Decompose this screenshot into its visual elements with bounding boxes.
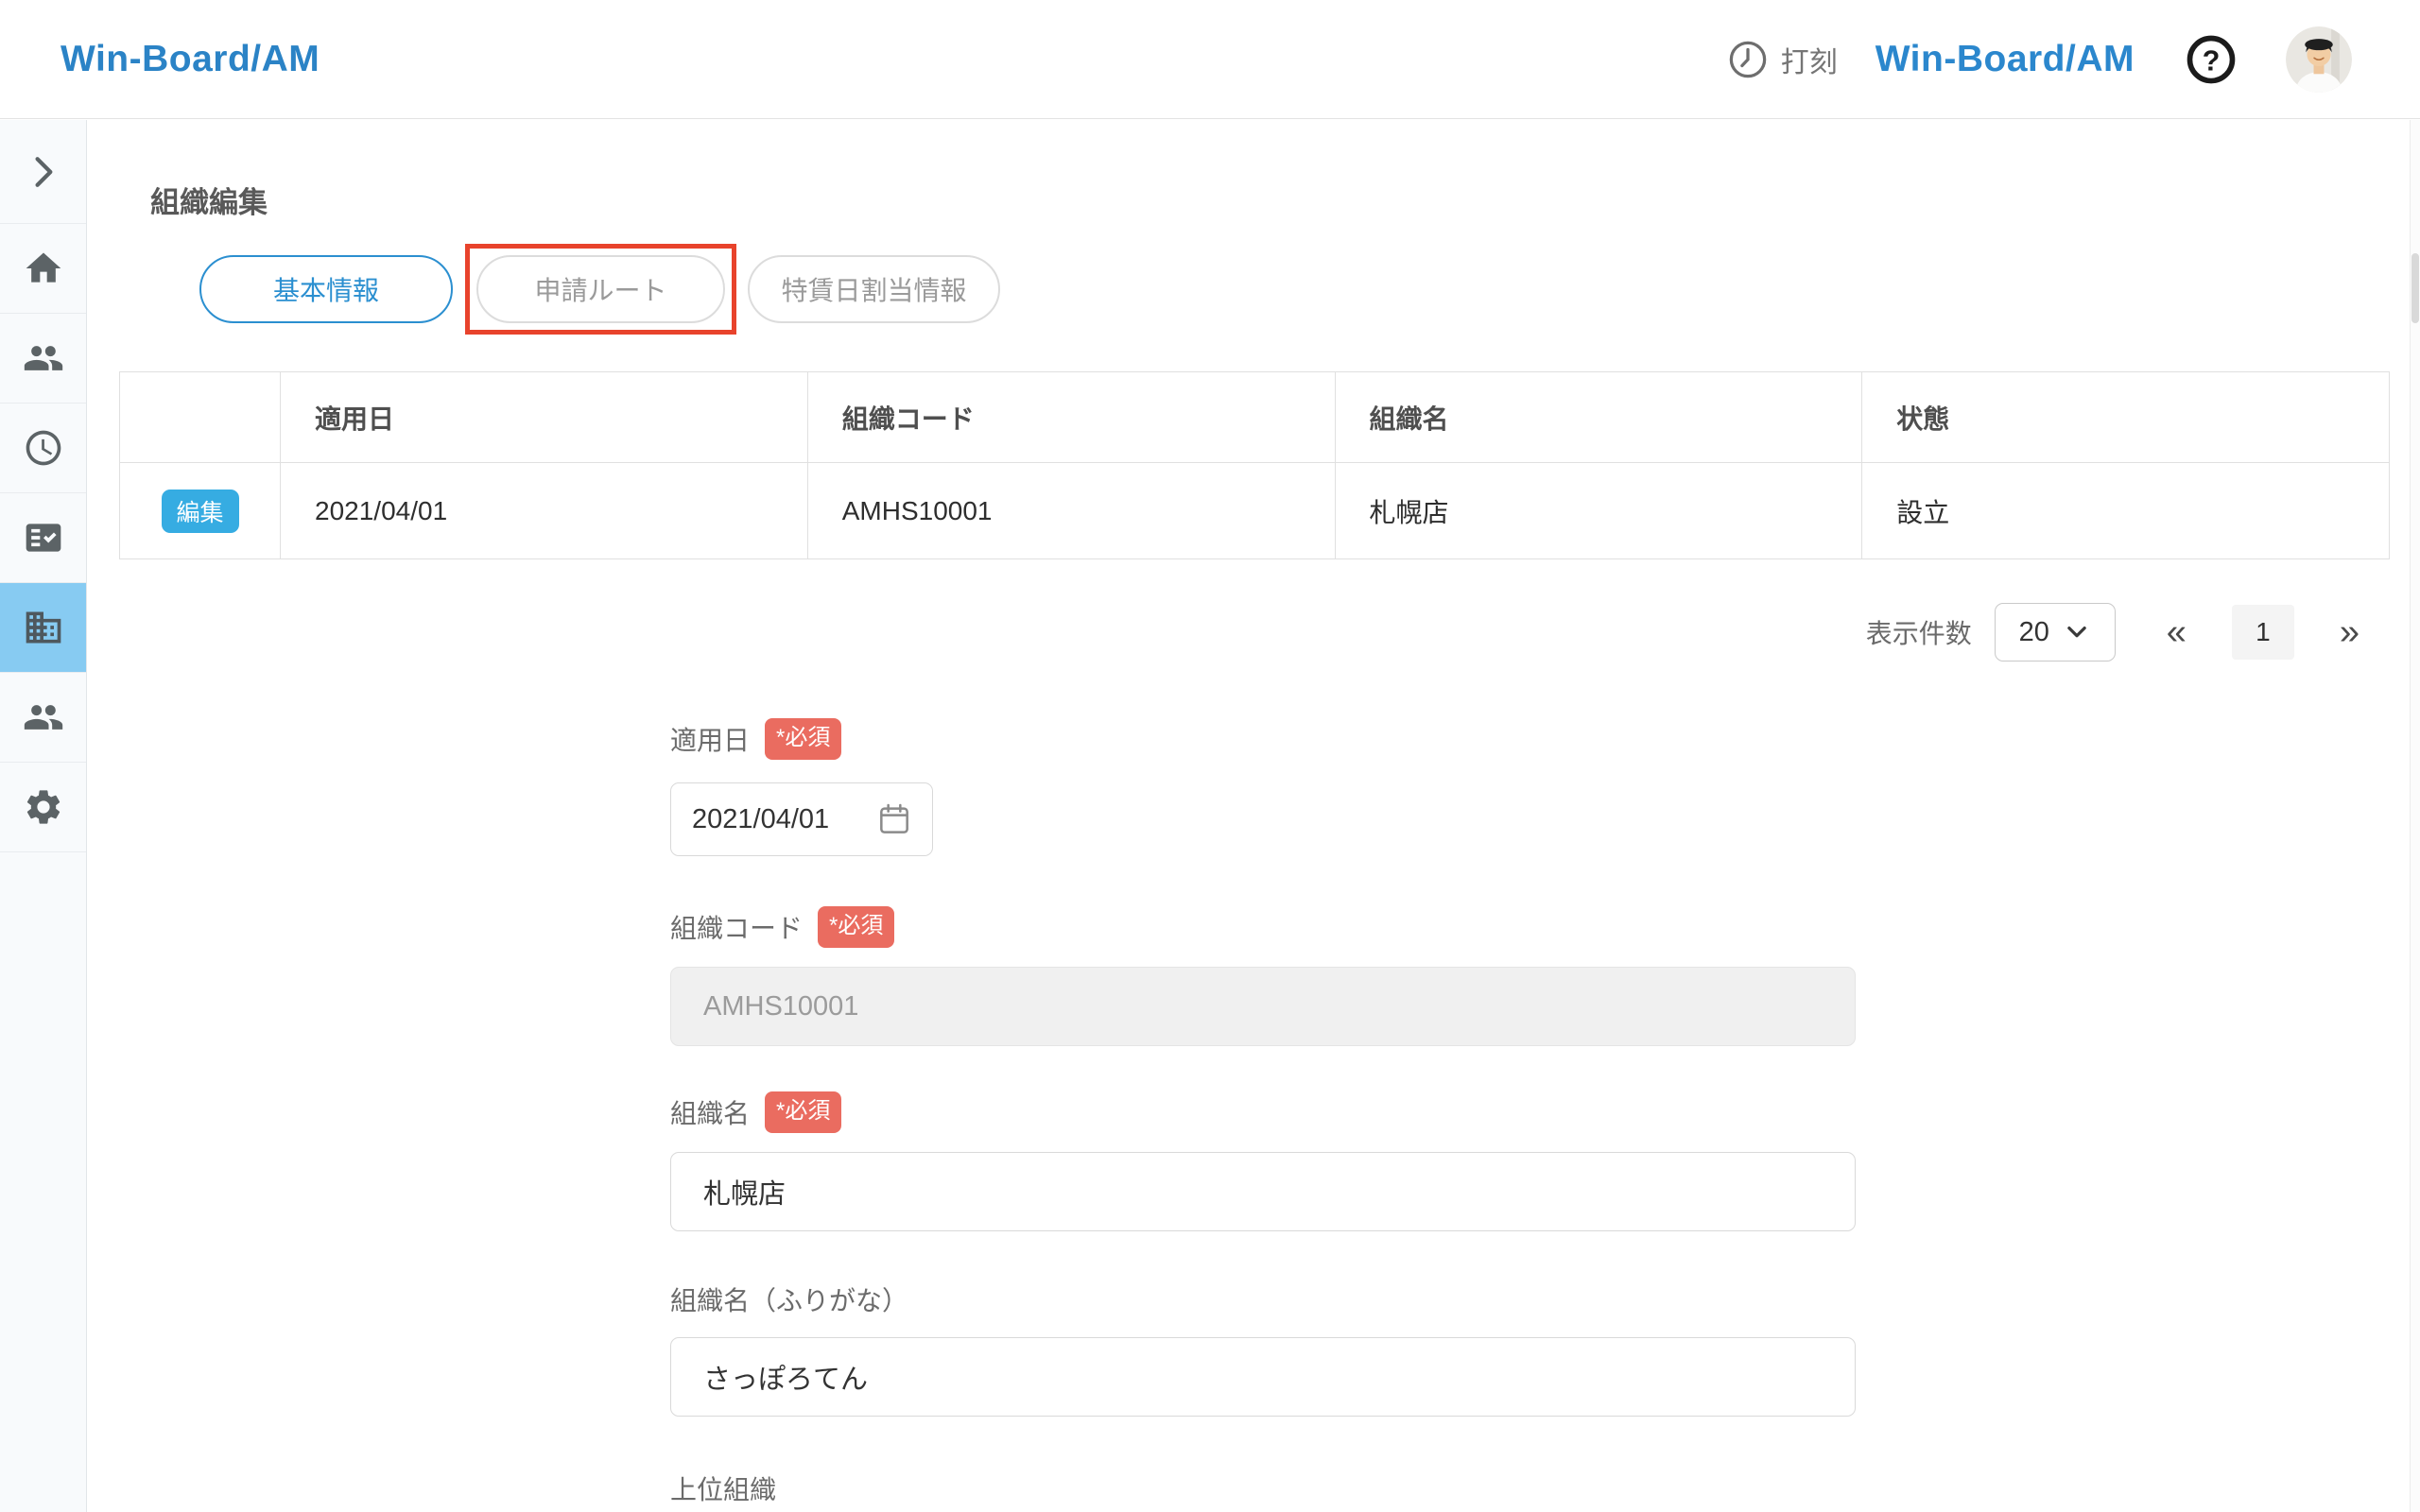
sidebar-item-home[interactable] — [0, 224, 86, 314]
app-logo[interactable]: Win-Board/AM — [60, 39, 320, 80]
home-icon — [26, 252, 60, 283]
column-header-org-name: 組織名 — [1334, 371, 1863, 463]
svg-text:?: ? — [2203, 45, 2221, 77]
settings-gear-icon — [26, 790, 60, 824]
column-header-status: 状態 — [1861, 371, 2390, 463]
calendar-icon[interactable] — [875, 800, 913, 838]
app-header: Win-Board/AM 打刻 Win-Board/AM ? — [0, 0, 2420, 119]
applied-date-input-wrap — [670, 782, 933, 856]
edit-button[interactable]: 編集 — [161, 489, 239, 533]
cell-org-code: AMHS10001 — [806, 462, 1336, 559]
column-header-applied-date: 適用日 — [280, 371, 808, 463]
table-row: 編集 2021/04/01 AMHS10001 札幌店 設立 — [119, 462, 2390, 559]
sidebar-item-approvals[interactable] — [0, 493, 86, 583]
user-avatar[interactable] — [2286, 26, 2352, 93]
cell-applied-date: 2021/04/01 — [280, 462, 808, 559]
table-header-row: 適用日 組織コード 組織名 状態 — [119, 371, 2390, 463]
field-org-name-kana: 組織名（ふりがな） — [670, 1280, 1856, 1417]
column-header-edit — [119, 371, 281, 463]
sidebar-item-settings[interactable] — [0, 763, 86, 852]
organization-edit-form: 適用日 *必須 組織コード *必須 組織名 — [670, 718, 1856, 1512]
members-icon — [24, 346, 62, 370]
org-name-kana-label: 組織名（ふりがな） — [670, 1286, 909, 1315]
required-badge: *必須 — [765, 1091, 842, 1133]
sidebar-item-attendance[interactable] — [0, 404, 86, 493]
clock-icon — [1729, 41, 1766, 77]
sidebar-item-users[interactable] — [0, 673, 86, 763]
sidebar-expand-button[interactable] — [0, 120, 86, 224]
org-name-input[interactable] — [670, 1152, 1856, 1231]
sidebar-nav — [0, 120, 87, 1512]
chevron-right-icon — [34, 156, 52, 187]
org-name-label: 組織名 — [670, 1099, 751, 1128]
organization-building-icon — [26, 611, 60, 644]
chevron-down-icon — [2067, 627, 2086, 638]
tab-application-route[interactable]: 申請ルート — [476, 255, 725, 323]
org-code-label: 組織コード — [670, 914, 804, 943]
punch-clock-button[interactable]: 打刻 — [1726, 38, 1838, 81]
required-badge: *必須 — [818, 906, 895, 948]
scrollbar-thumb[interactable] — [2411, 253, 2419, 323]
per-page-value: 20 — [2018, 616, 2049, 647]
field-parent-org: 上位組織 — [670, 1469, 1856, 1512]
sidebar-item-members[interactable] — [0, 314, 86, 404]
sidebar-item-organization[interactable] — [0, 583, 86, 673]
next-page-button[interactable]: » — [2340, 614, 2360, 650]
field-org-name: 組織名 *必須 — [670, 1091, 1856, 1231]
header-actions: 打刻 Win-Board/AM ? — [1726, 26, 2352, 93]
current-page-button[interactable]: 1 — [2231, 605, 2294, 660]
clock-icon — [26, 430, 60, 466]
members-icon — [24, 705, 62, 730]
tab-basic-info[interactable]: 基本情報 — [199, 255, 453, 323]
field-applied-date: 適用日 *必須 — [670, 718, 1856, 856]
per-page-select[interactable]: 20 — [1994, 603, 2116, 662]
approval-list-icon — [26, 524, 60, 552]
required-badge: *必須 — [765, 718, 842, 760]
display-count-label: 表示件数 — [1865, 619, 1972, 648]
column-header-org-code: 組織コード — [806, 371, 1336, 463]
cell-status: 設立 — [1861, 462, 2390, 559]
tab-special-day-allocation[interactable]: 特賃日割当情報 — [748, 255, 1000, 323]
cell-org-name: 札幌店 — [1334, 462, 1863, 559]
pagination: 表示件数 20 « 1 » — [88, 603, 2360, 662]
parent-org-label: 上位組織 — [670, 1475, 777, 1504]
main-content: 組織編集 基本情報 申請ルート 特賃日割当情報 適用日 組織コード 組織名 状態… — [88, 120, 2420, 1512]
prev-page-button[interactable]: « — [2167, 614, 2187, 650]
tab-bar: 基本情報 申請ルート 特賃日割当情報 — [199, 244, 2420, 335]
field-org-code: 組織コード *必須 — [670, 906, 1856, 1046]
page-title: 組織編集 — [150, 186, 268, 219]
org-name-kana-input[interactable] — [670, 1337, 1856, 1417]
org-code-input — [670, 967, 1856, 1046]
applied-date-label: 適用日 — [670, 726, 751, 755]
organization-history-table: 適用日 組織コード 組織名 状態 編集 2021/04/01 AMHS10001… — [119, 371, 2390, 559]
help-icon[interactable]: ? — [2186, 34, 2237, 85]
punch-label: 打刻 — [1780, 46, 1838, 78]
app-name: Win-Board/AM — [1875, 38, 2135, 79]
scrollbar-track — [2410, 120, 2420, 1512]
avatar-image — [2286, 26, 2352, 93]
applied-date-input[interactable] — [692, 803, 864, 835]
click-target-annotation: 申請ルート — [465, 244, 736, 335]
